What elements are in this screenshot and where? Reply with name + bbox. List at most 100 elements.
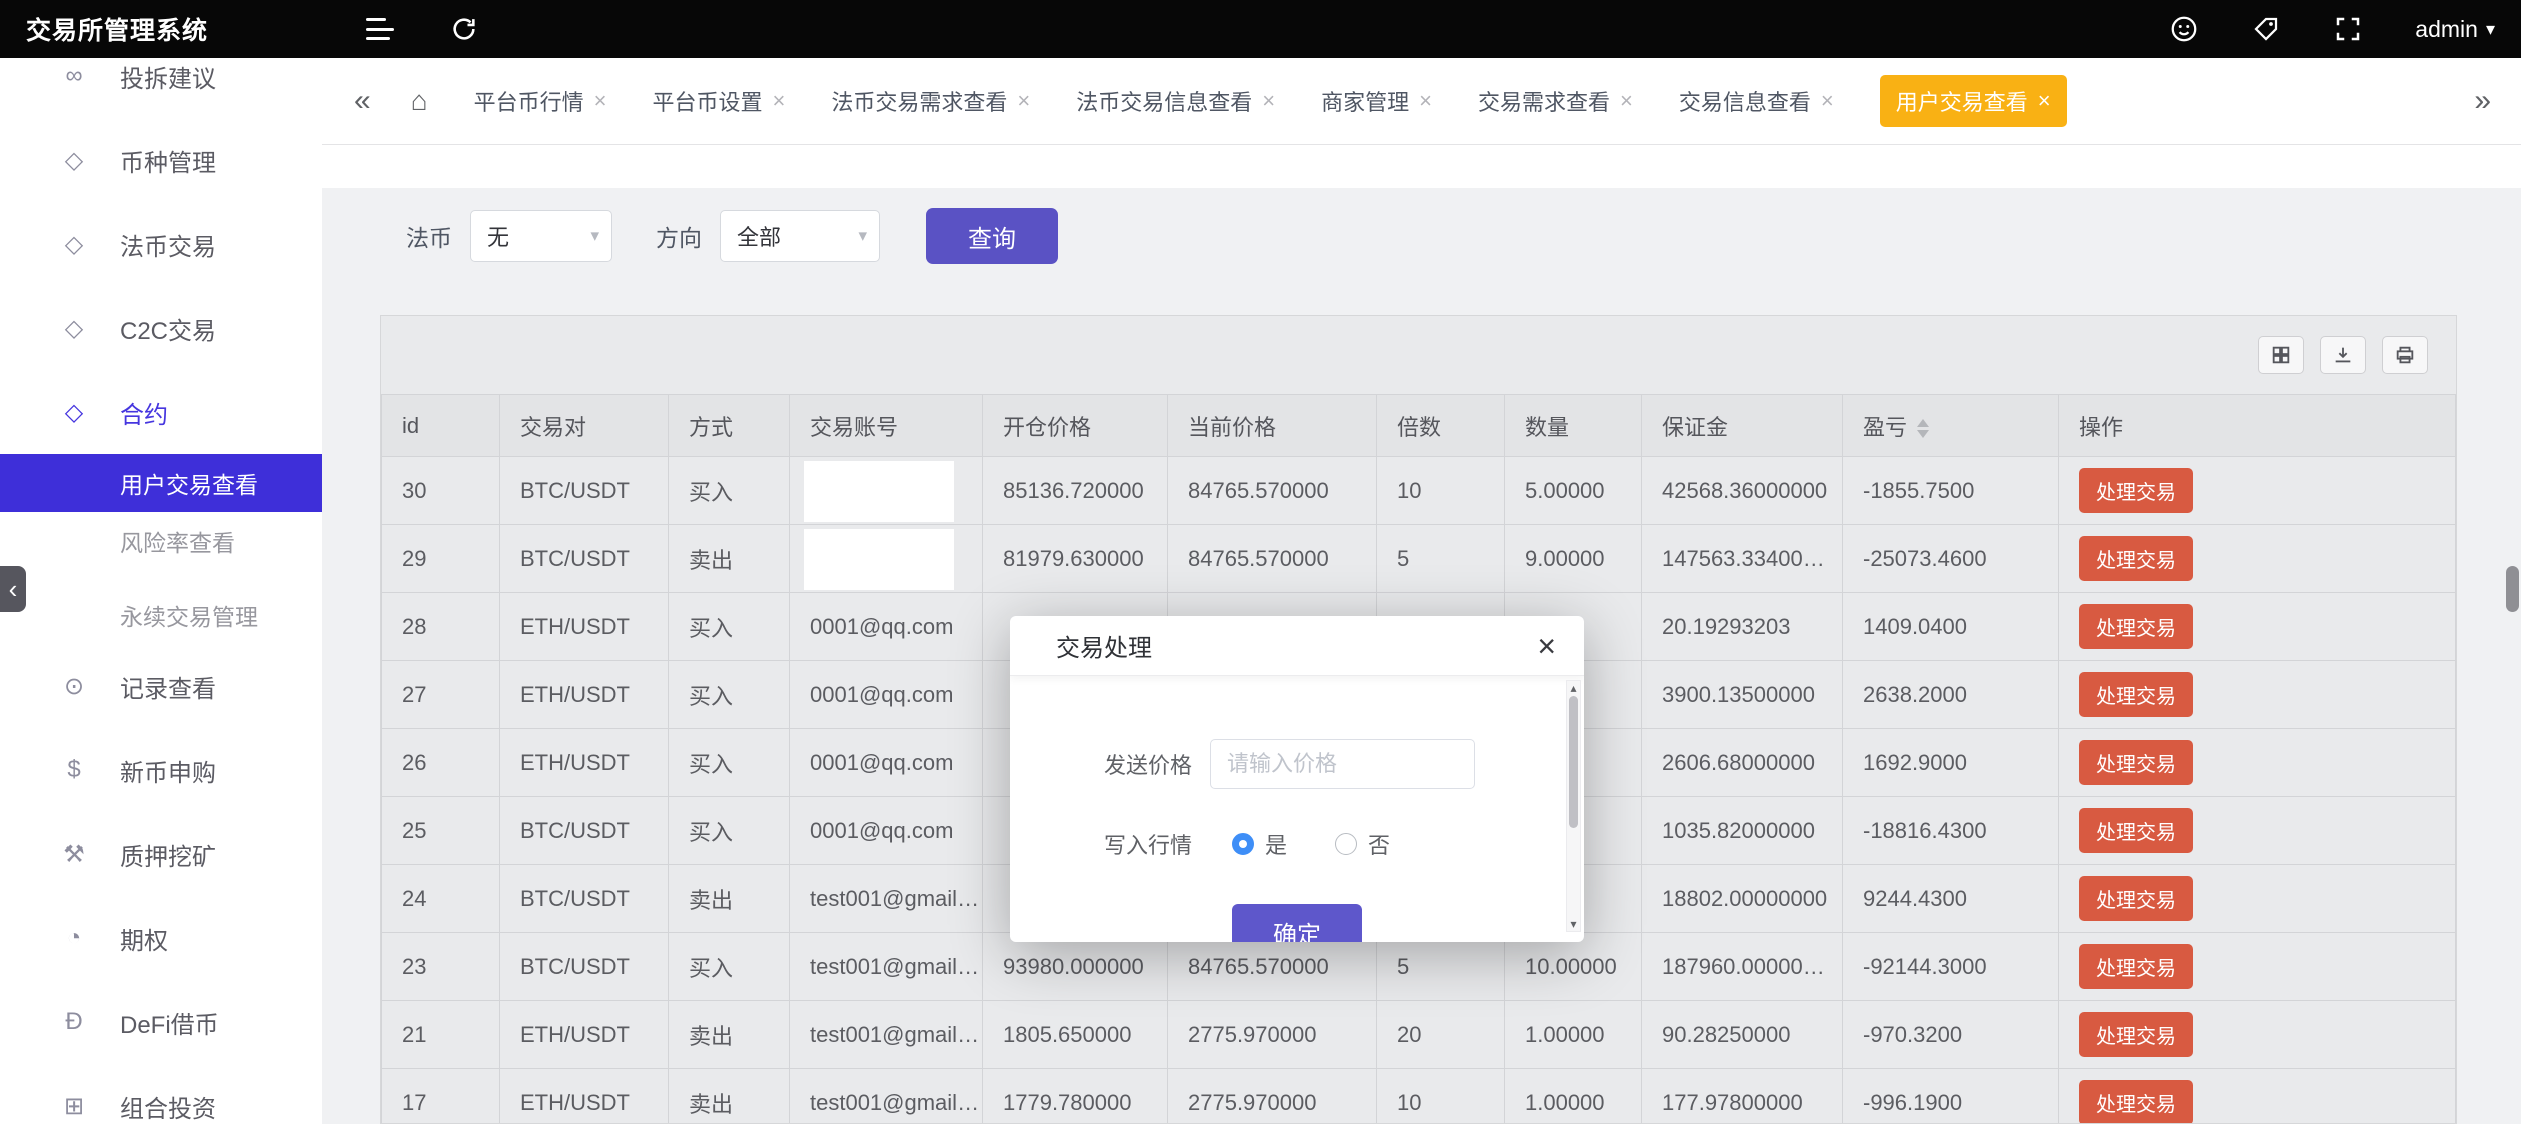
sidebar-item-label: DeFi借币 xyxy=(120,1005,219,1040)
sidebar-item[interactable]: Ð DeFi借币 xyxy=(0,980,322,1064)
tabs-scroll-right-icon[interactable]: » xyxy=(2460,86,2491,116)
sidebar-item[interactable]: ⊙ 记录查看 xyxy=(0,644,322,728)
sidebar-item[interactable]: 用户交易查看 xyxy=(0,454,322,512)
handle-trade-button[interactable]: 处理交易 xyxy=(2079,1080,2193,1124)
user-menu[interactable]: admin ▾ xyxy=(2415,16,2495,43)
cell-current-price: 84765.570000 xyxy=(1168,457,1377,525)
tab[interactable]: 用户交易查看 × xyxy=(1880,75,2067,127)
sidebar-item[interactable]: ◇ C2C交易 xyxy=(0,286,322,370)
radio-selected-icon[interactable] xyxy=(1232,833,1254,855)
close-icon[interactable]: × xyxy=(594,90,607,112)
home-icon[interactable]: ⌂ xyxy=(411,87,428,115)
tab[interactable]: 平台币设置 × xyxy=(652,85,785,117)
cell-actions: 处理交易 xyxy=(2059,1069,2456,1124)
sidebar-item-label: 币种管理 xyxy=(120,143,216,178)
cell-leverage: 10 xyxy=(1377,1069,1505,1124)
sidebar-item[interactable]: 永续交易管理 xyxy=(0,586,322,644)
handle-trade-button[interactable]: 处理交易 xyxy=(2079,536,2193,581)
sidebar-item[interactable]: ⚒ 质押挖矿 xyxy=(0,812,322,896)
cell-margin: 177.97800000 xyxy=(1642,1069,1843,1124)
handle-trade-button[interactable]: 处理交易 xyxy=(2079,672,2193,717)
cell-id: 30 xyxy=(382,457,500,525)
sidebar-item[interactable]: ◇ 合约 xyxy=(0,370,322,454)
tab[interactable]: 商家管理 × xyxy=(1321,85,1432,117)
handle-trade-button[interactable]: 处理交易 xyxy=(2079,604,2193,649)
sort-asc-icon[interactable] xyxy=(1917,419,1929,427)
handle-trade-button[interactable]: 处理交易 xyxy=(2079,876,2193,921)
close-icon[interactable]: × xyxy=(1821,90,1834,112)
cell-leverage: 5 xyxy=(1377,933,1505,1001)
tag-icon[interactable] xyxy=(2251,14,2281,44)
print-icon[interactable] xyxy=(2382,336,2428,374)
cell-leverage: 20 xyxy=(1377,1001,1505,1069)
cell-pnl: -25073.4600 xyxy=(1843,525,2059,593)
face-circle-icon[interactable] xyxy=(2169,14,2199,44)
query-button[interactable]: 查询 xyxy=(926,208,1058,264)
hamburger-menu-icon[interactable] xyxy=(366,16,394,42)
close-icon[interactable]: × xyxy=(2038,90,2051,112)
tab[interactable]: 交易需求查看 × xyxy=(1478,85,1633,117)
handle-trade-button[interactable]: 处理交易 xyxy=(2079,740,2193,785)
cell-margin: 147563.33400… xyxy=(1642,525,1843,593)
fullscreen-icon[interactable] xyxy=(2333,14,2363,44)
sidebar-menu: ∞ 投拆建议 ◇ 币种管理 ◇ 法币交易 ◇ C2C交易 ◇ 合约 用户交易查看… xyxy=(0,58,322,1124)
fiat-select[interactable]: 无 ▾ xyxy=(470,210,612,262)
sort-icons[interactable] xyxy=(1917,419,1929,438)
radio-no[interactable]: 否 xyxy=(1335,828,1390,860)
cell-current-price: 84765.570000 xyxy=(1168,933,1377,1001)
sidebar-item-label: 风险率查看 xyxy=(120,524,235,558)
dialog-scrollbar[interactable]: ▴ ▾ xyxy=(1566,680,1581,932)
sidebar-item[interactable]: ◇ 法币交易 xyxy=(0,202,322,286)
radio-yes[interactable]: 是 xyxy=(1232,828,1287,860)
trade-process-dialog: 交易处理 × 发送价格 写入行情 是 否 确定 ▴ ▾ xyxy=(1010,616,1584,942)
scroll-down-icon[interactable]: ▾ xyxy=(1567,917,1580,931)
close-icon[interactable]: × xyxy=(1262,90,1275,112)
export-download-icon[interactable] xyxy=(2320,336,2366,374)
cell-current-price: 2775.970000 xyxy=(1168,1001,1377,1069)
write-market-label: 写入行情 xyxy=(1010,828,1210,860)
handle-trade-button[interactable]: 处理交易 xyxy=(2079,468,2193,513)
radio-no-label: 否 xyxy=(1368,828,1390,860)
cell-actions: 处理交易 xyxy=(2059,1001,2456,1069)
sidebar-collapse-handle[interactable]: ‹ xyxy=(0,566,26,612)
sidebar-item[interactable]: ⊞ 组合投资 xyxy=(0,1064,322,1124)
close-icon[interactable]: × xyxy=(773,90,786,112)
close-icon[interactable]: × xyxy=(1419,90,1432,112)
sidebar-item[interactable]: ◇ 币种管理 xyxy=(0,118,322,202)
close-icon[interactable]: × xyxy=(1537,630,1556,662)
tab[interactable]: 交易信息查看 × xyxy=(1679,85,1834,117)
tabs-scroll-left-icon[interactable]: « xyxy=(354,86,371,116)
scroll-up-icon[interactable]: ▴ xyxy=(1567,681,1580,695)
dialog-title: 交易处理 xyxy=(1056,628,1152,663)
header-pair: 交易对 xyxy=(500,395,669,457)
cell-quantity: 1.00000 xyxy=(1505,1001,1642,1069)
handle-trade-button[interactable]: 处理交易 xyxy=(2079,1012,2193,1057)
radio-unselected-icon[interactable] xyxy=(1335,833,1357,855)
scrollbar-thumb[interactable] xyxy=(1569,696,1578,828)
cell-leverage: 10 xyxy=(1377,457,1505,525)
sort-desc-icon[interactable] xyxy=(1917,430,1929,438)
cell-side: 卖出 xyxy=(669,1001,790,1069)
cell-account: test001@gmail… xyxy=(790,1001,983,1069)
price-input[interactable] xyxy=(1210,739,1475,789)
handle-trade-button[interactable]: 处理交易 xyxy=(2079,808,2193,853)
columns-grid-icon[interactable] xyxy=(2258,336,2304,374)
cell-account: 0001@qq.com xyxy=(790,661,983,729)
header-open-price: 开仓价格 xyxy=(983,395,1168,457)
confirm-button[interactable]: 确定 xyxy=(1232,904,1362,942)
tab[interactable]: 法币交易信息查看 × xyxy=(1076,85,1275,117)
cell-id: 25 xyxy=(382,797,500,865)
dialog-body: 发送价格 写入行情 是 否 确定 ▴ ▾ xyxy=(1010,676,1584,942)
close-icon[interactable]: × xyxy=(1017,90,1030,112)
handle-trade-button[interactable]: 处理交易 xyxy=(2079,944,2193,989)
tab[interactable]: 平台币行情 × xyxy=(474,85,607,117)
tab[interactable]: 法币交易需求查看 × xyxy=(831,85,1030,117)
close-icon[interactable]: × xyxy=(1620,90,1633,112)
sidebar-item[interactable]: $ 新币申购 xyxy=(0,728,322,812)
sidebar-item[interactable]: ◔ 期权 xyxy=(0,896,322,980)
side-select[interactable]: 全部 ▾ xyxy=(720,210,880,262)
sidebar-item[interactable]: ∞ 投拆建议 xyxy=(0,58,322,118)
refresh-icon[interactable] xyxy=(450,15,478,43)
page-scrollbar-thumb[interactable] xyxy=(2506,566,2519,612)
sidebar-item[interactable]: 风险率查看 xyxy=(0,512,322,570)
